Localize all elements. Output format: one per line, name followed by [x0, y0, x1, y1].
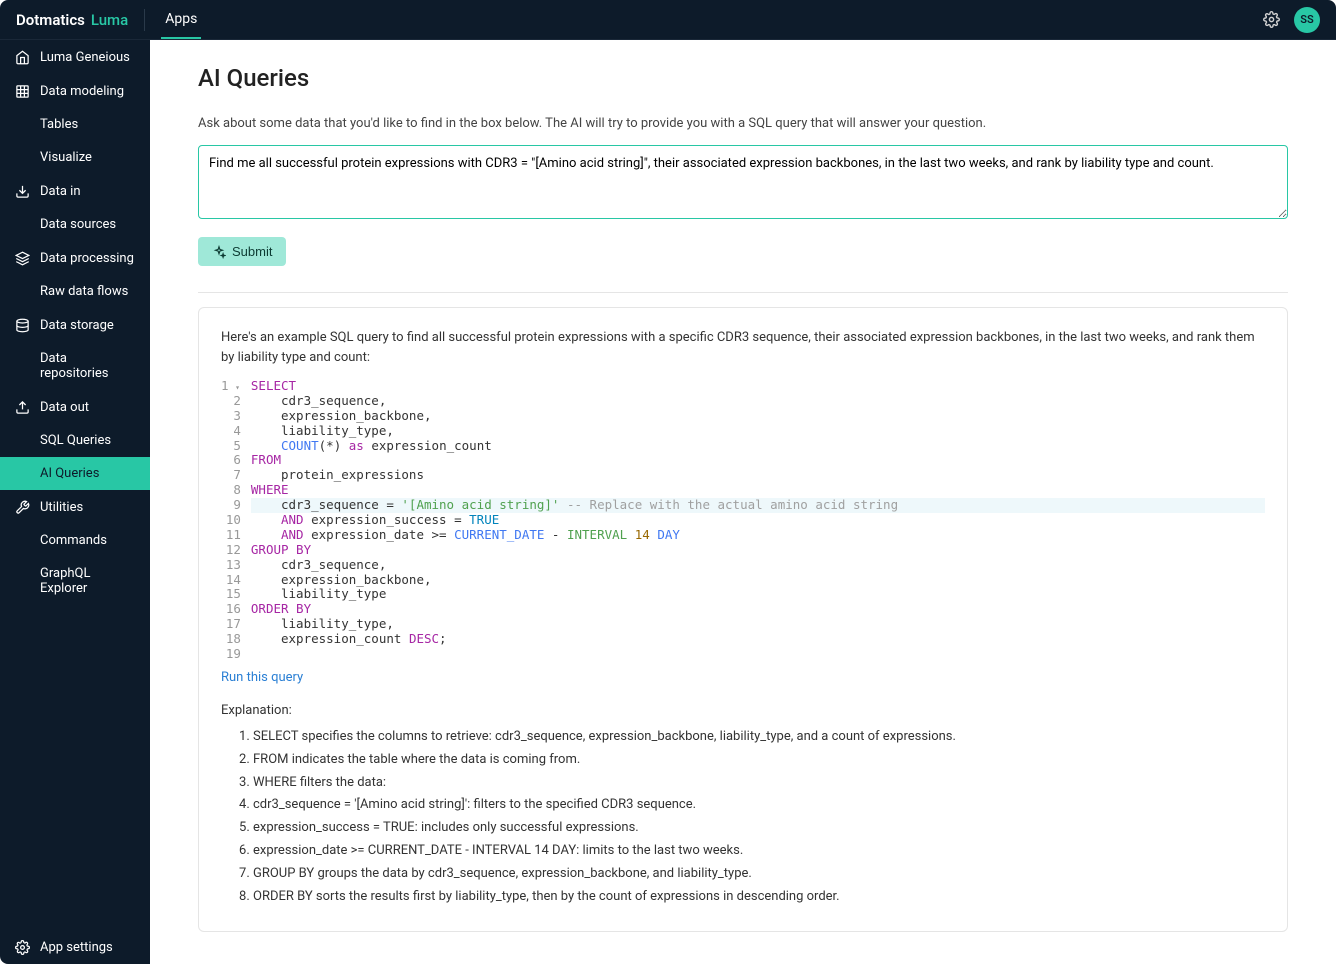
settings-icon[interactable] — [1263, 11, 1280, 28]
code-lines: SELECT cdr3_sequence, expression_backbon… — [251, 379, 1265, 662]
sidebar-item-label: GraphQL Explorer — [40, 566, 136, 596]
tool-icon — [14, 499, 30, 515]
sidebar-item-label: Commands — [40, 533, 107, 548]
sidebar-item-label: App settings — [40, 940, 113, 955]
sidebar-item-label: Data out — [40, 400, 89, 415]
brand-main: Dotmatics — [16, 11, 85, 29]
topbar: Dotmatics Luma Apps SS — [0, 0, 1336, 40]
sidebar: Luma Geneious Data modeling Tables Visua… — [0, 40, 150, 964]
home-icon — [14, 49, 30, 65]
sparkle-icon — [212, 245, 226, 259]
sidebar-item-label: Raw data flows — [40, 284, 128, 299]
submit-label: Submit — [232, 244, 272, 259]
sidebar-item-commands[interactable]: Commands — [0, 524, 150, 557]
run-query-link[interactable]: Run this query — [221, 670, 303, 685]
sidebar-item-data-sources[interactable]: Data sources — [0, 208, 150, 241]
sidebar-item-sql-queries[interactable]: SQL Queries — [0, 424, 150, 457]
topbar-divider — [144, 9, 145, 31]
sidebar-item-data-processing[interactable]: Data processing — [0, 241, 150, 275]
sidebar-item-label: Luma Geneious — [40, 50, 130, 65]
sidebar-item-data-in[interactable]: Data in — [0, 174, 150, 208]
explanation-item: expression_date >= CURRENT_DATE - INTERV… — [253, 842, 1265, 861]
explanation-title: Explanation: — [221, 703, 1265, 718]
sidebar-item-ai-queries[interactable]: AI Queries — [0, 457, 150, 490]
sidebar-item-graphql-explorer[interactable]: GraphQL Explorer — [0, 557, 150, 605]
submit-button[interactable]: Submit — [198, 237, 286, 266]
query-input[interactable] — [198, 145, 1288, 219]
sidebar-item-label: Data in — [40, 184, 81, 199]
sidebar-item-label: Utilities — [40, 500, 83, 515]
upload-icon — [14, 399, 30, 415]
database-icon — [14, 317, 30, 333]
explanation-item: ORDER BY sorts the results first by liab… — [253, 888, 1265, 907]
explanation-list: SELECT specifies the columns to retrieve… — [221, 728, 1265, 907]
sidebar-item-visualize[interactable]: Visualize — [0, 141, 150, 174]
sidebar-item-utilities[interactable]: Utilities — [0, 490, 150, 524]
nav-apps[interactable]: Apps — [161, 1, 201, 39]
code-block[interactable]: 1 ▾2345678910111213141516171819 SELECT c… — [221, 379, 1265, 662]
gear-icon — [14, 939, 30, 955]
sidebar-item-label: Data modeling — [40, 84, 124, 99]
page-title: AI Queries — [198, 64, 1288, 92]
explanation-item: FROM indicates the table where the data … — [253, 751, 1265, 770]
sidebar-item-raw-data-flows[interactable]: Raw data flows — [0, 275, 150, 308]
sidebar-item-data-storage[interactable]: Data storage — [0, 308, 150, 342]
brand-logo: Dotmatics Luma — [16, 11, 128, 29]
brand-sub: Luma — [91, 11, 128, 29]
result-intro: Here's an example SQL query to find all … — [221, 328, 1265, 367]
sidebar-item-label: Tables — [40, 117, 78, 132]
sidebar-item-label: AI Queries — [40, 466, 99, 481]
main-content: AI Queries Ask about some data that you'… — [150, 40, 1336, 964]
sidebar-item-label: SQL Queries — [40, 433, 111, 448]
explanation-item: GROUP BY groups the data by cdr3_sequenc… — [253, 865, 1265, 884]
sidebar-item-tables[interactable]: Tables — [0, 108, 150, 141]
sidebar-item-luma-geneious[interactable]: Luma Geneious — [0, 40, 150, 74]
explanation-item: expression_success = TRUE: includes only… — [253, 819, 1265, 838]
sidebar-item-app-settings[interactable]: App settings — [0, 930, 150, 964]
sidebar-item-data-modeling[interactable]: Data modeling — [0, 74, 150, 108]
explanation-item: cdr3_sequence = '[Amino acid string]': f… — [253, 796, 1265, 815]
code-gutter: 1 ▾2345678910111213141516171819 — [221, 379, 251, 662]
sidebar-item-label: Visualize — [40, 150, 92, 165]
result-divider — [198, 292, 1288, 293]
explanation-item: WHERE filters the data: — [253, 774, 1265, 793]
sidebar-item-data-out[interactable]: Data out — [0, 390, 150, 424]
instructions-text: Ask about some data that you'd like to f… — [198, 116, 1288, 131]
avatar[interactable]: SS — [1294, 7, 1320, 33]
download-icon — [14, 183, 30, 199]
sidebar-item-data-repositories[interactable]: Data repositories — [0, 342, 150, 390]
explanation-item: SELECT specifies the columns to retrieve… — [253, 728, 1265, 747]
grid-icon — [14, 83, 30, 99]
sidebar-item-label: Data sources — [40, 217, 116, 232]
sidebar-item-label: Data repositories — [40, 351, 136, 381]
sidebar-item-label: Data processing — [40, 251, 134, 266]
layers-icon — [14, 250, 30, 266]
result-card: Here's an example SQL query to find all … — [198, 307, 1288, 932]
sidebar-item-label: Data storage — [40, 318, 114, 333]
